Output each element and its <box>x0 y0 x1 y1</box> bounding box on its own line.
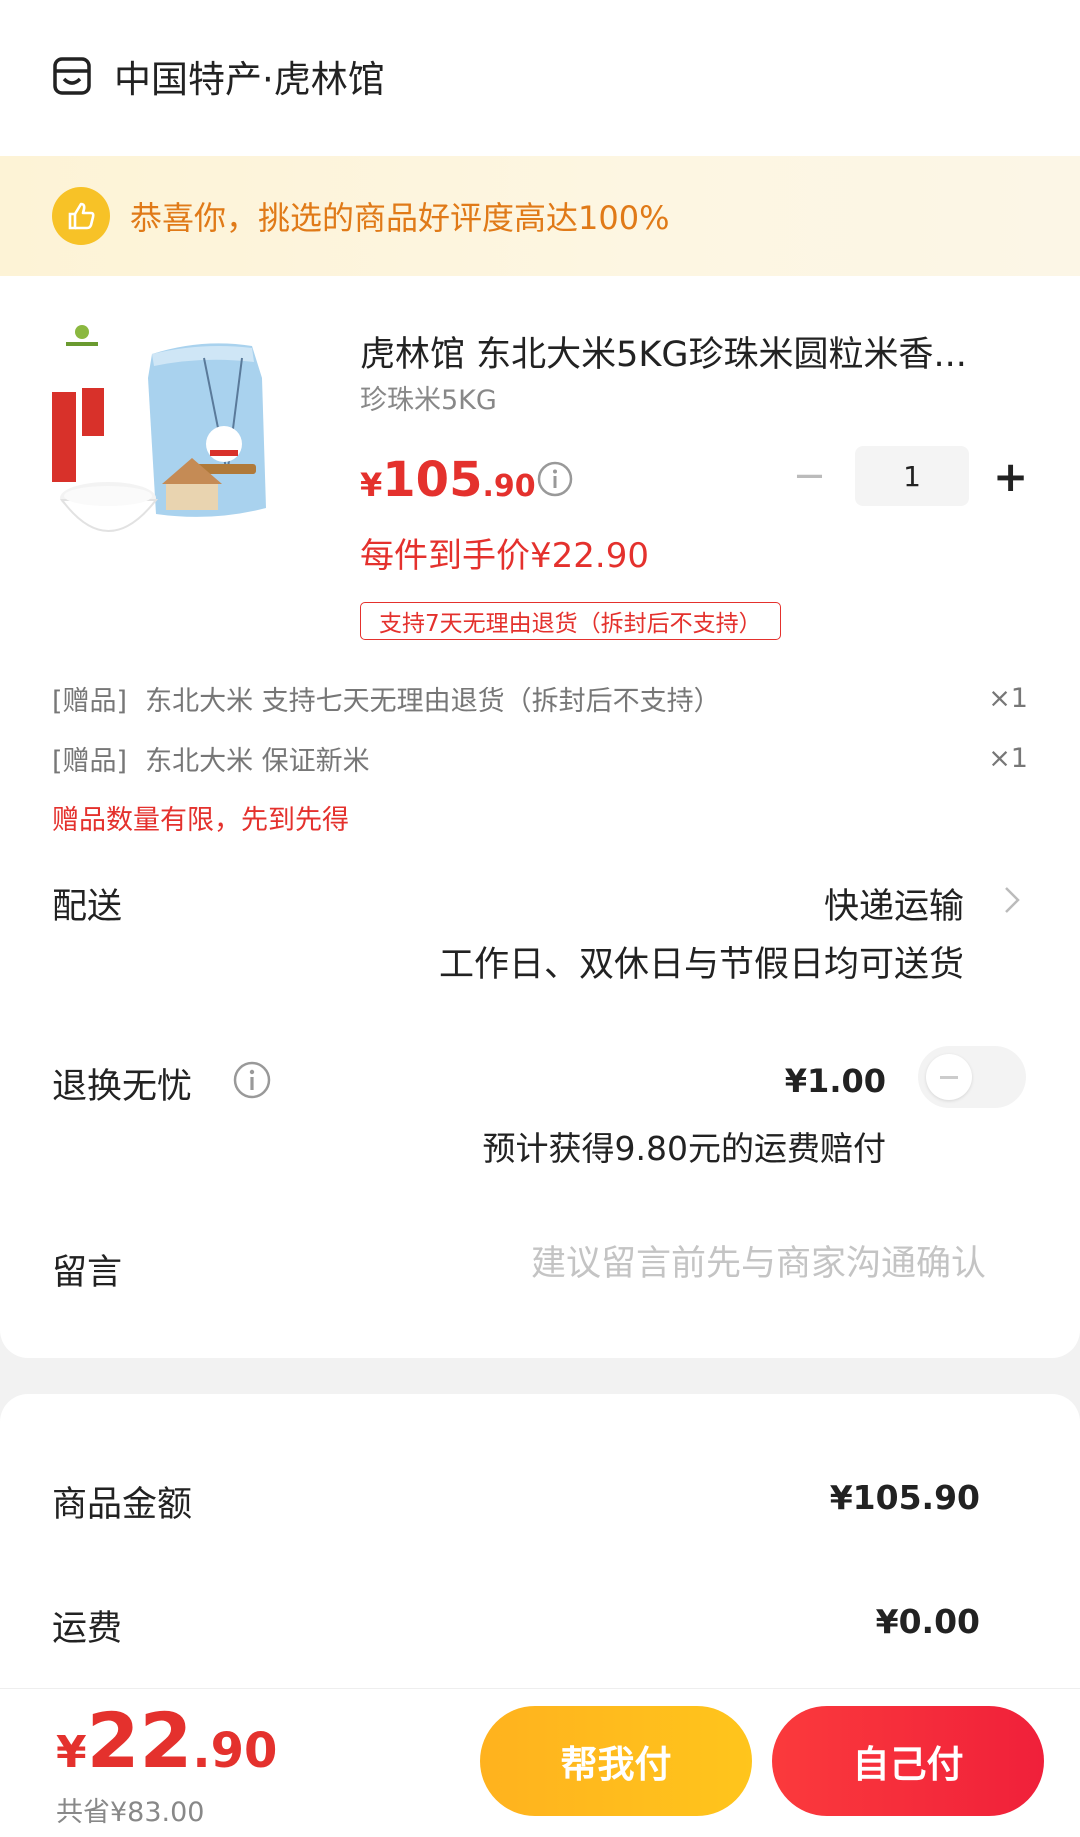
total-decimal: .90 <box>192 1723 278 1779</box>
product-price: ¥ 105 .90 <box>360 452 536 508</box>
toggle-knob <box>926 1054 972 1100</box>
gift-tag: [赠品] <box>52 685 128 717</box>
shipping-label: 运费 <box>52 1609 123 1649</box>
message-label: 留言 <box>52 1253 123 1293</box>
worry-free-price: ¥1.00 <box>784 1062 886 1100</box>
worry-free-label: 退换无忧 <box>52 1067 193 1107</box>
delivery-label: 配送 <box>52 887 123 927</box>
gift-tag: [赠品] <box>52 745 128 777</box>
payable-total: ¥ 22 .90 <box>56 1696 277 1785</box>
thumbs-up-icon <box>52 187 110 245</box>
gift-note: 赠品数量有限，先到先得 <box>52 805 349 836</box>
goods-amount-value: ¥105.90 <box>829 1478 980 1517</box>
quantity-stepper: − 1 + <box>790 446 1030 506</box>
gift-name: 东北大米 支持七天无理由退货（拆封后不支持） <box>145 685 721 717</box>
gift-count: ×1 <box>988 742 1028 774</box>
info-icon[interactable] <box>232 1060 272 1100</box>
self-pay-button[interactable]: 自己付 <box>772 1706 1044 1816</box>
price-currency: ¥ <box>360 466 383 504</box>
praise-banner: 恭喜你，挑选的商品好评度高达100% <box>0 156 1080 276</box>
delivery-note: 工作日、双休日与节假日均可送货 <box>438 945 964 985</box>
total-currency: ¥ <box>56 1727 87 1778</box>
gift-count: ×1 <box>988 682 1028 714</box>
shop-name: 中国特产·虎林馆 <box>114 58 385 101</box>
chevron-right-icon[interactable] <box>1000 882 1024 918</box>
gift-name: 东北大米 保证新米 <box>145 745 370 777</box>
gift-item: [赠品] 东北大米 保证新米 ×1 <box>52 738 1028 778</box>
shop-icon <box>53 57 91 95</box>
gift-item: [赠品] 东北大米 支持七天无理由退货（拆封后不支持） ×1 <box>52 678 1028 718</box>
shipping-value: ¥0.00 <box>875 1602 980 1641</box>
saved-amount: 共省¥83.00 <box>56 1797 205 1828</box>
help-pay-button[interactable]: 帮我付 <box>480 1706 752 1816</box>
info-icon[interactable] <box>536 460 574 498</box>
price-decimal: .90 <box>482 469 536 504</box>
goods-amount-label: 商品金额 <box>52 1485 193 1525</box>
product-title[interactable]: 虎林馆 东北大米5KG珍珠米圆粒米香... <box>360 326 1030 377</box>
rice-bag-image[interactable] <box>52 318 308 584</box>
total-integer: 22 <box>86 1696 193 1785</box>
banner-text: 恭喜你，挑选的商品好评度高达100% <box>130 199 670 237</box>
shop-header[interactable]: 中国特产·虎林馆 <box>52 48 385 104</box>
delivery-method[interactable]: 快递运输 <box>824 878 964 929</box>
message-input[interactable] <box>386 1244 986 1284</box>
return-policy-tag: 支持7天无理由退货（拆封后不支持） <box>360 602 781 640</box>
increase-quantity-button[interactable]: + <box>991 452 1030 501</box>
price-integer: 105 <box>382 452 483 508</box>
quantity-value[interactable]: 1 <box>854 446 970 506</box>
worry-free-toggle[interactable] <box>918 1046 1026 1108</box>
worry-free-note: 预计获得9.80元的运费赔付 <box>482 1129 886 1168</box>
unit-price: 每件到手价¥22.90 <box>360 536 649 576</box>
product-spec: 珍珠米5KG <box>360 385 497 416</box>
decrease-quantity-button[interactable]: − <box>790 453 829 499</box>
